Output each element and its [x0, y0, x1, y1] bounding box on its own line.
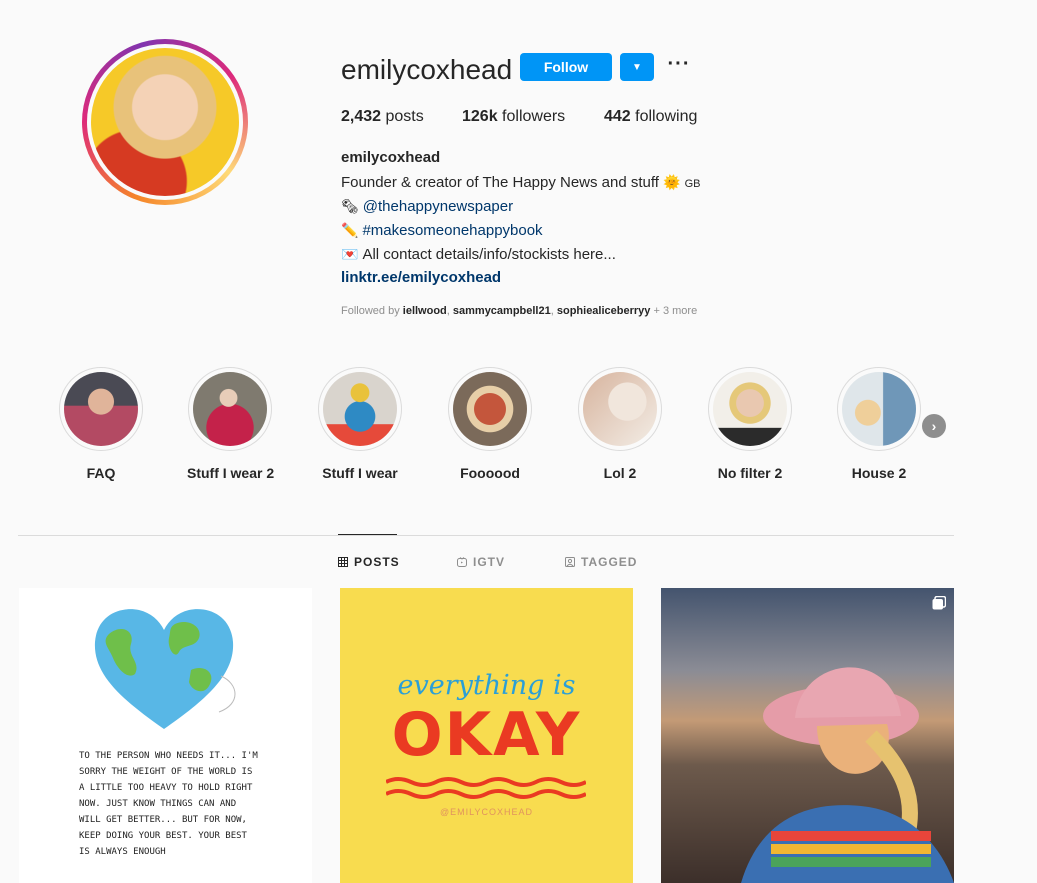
highlight-no-filter-2[interactable]: No filter 2 [707, 367, 793, 481]
bio-line-2: 🗞 @thehappynewspaper [341, 196, 513, 217]
followers-stat[interactable]: 126k followers [462, 107, 565, 127]
highlight-ring [188, 367, 272, 451]
highlight-ring [448, 367, 532, 451]
post-tile-1[interactable]: To the person who needs it... I'm sorry … [19, 588, 312, 883]
pencil-icon: ✏️ [341, 222, 359, 238]
follower-user-1: iellwood [402, 305, 447, 317]
following-count: 442 [604, 108, 631, 125]
bio-website-link[interactable]: linktr.ee/emilycoxhead [341, 268, 501, 288]
globe-heart-illustration [94, 609, 236, 729]
bio-text-4: All contact details/info/stockists here.… [362, 246, 616, 263]
follower-user-3: sophiealiceberryy [556, 305, 651, 317]
bio-line-3: ✏️ #makesomeonehappybook [341, 220, 543, 241]
tabs-divider [18, 535, 954, 536]
sun-icon: 🌞 [663, 174, 681, 190]
mention-link[interactable]: @thehappynewspaper [363, 198, 513, 215]
followed-by-suffix: + 3 more [650, 305, 698, 317]
highlight-lol-2[interactable]: Lol 2 [577, 367, 663, 481]
following-label: following [630, 108, 698, 125]
profile-avatar[interactable] [82, 39, 248, 205]
highlight-ring [837, 367, 921, 451]
caret-down-icon: ▼ [632, 61, 642, 73]
tagged-icon [565, 557, 575, 567]
followed-by[interactable]: Followed by iellwood, sammycampbell21, s… [341, 304, 697, 318]
tab-label: POSTS [354, 555, 400, 569]
bio-line-1: Founder & creator of The Happy News and … [341, 172, 700, 194]
newspaper-icon: 🗞 [341, 198, 359, 214]
post-2-handle: @EMILYCOXHEAD [440, 807, 533, 817]
carousel-multi-icon [932, 596, 946, 610]
highlight-cover [323, 372, 397, 446]
wave-lines-decoration [386, 777, 586, 799]
post-2-top-text: everything is [397, 670, 576, 701]
highlight-faq[interactable]: FAQ [58, 367, 144, 481]
tab-label: IGTV [473, 555, 506, 569]
highlight-label: FAQ [86, 465, 116, 481]
followers-label: followers [497, 108, 566, 125]
avatar-photo [91, 48, 239, 196]
posts-stat: 2,432 posts [341, 107, 424, 127]
more-options-icon[interactable]: ··· [667, 53, 691, 81]
bio-line-4: 💌 All contact details/info/stockists here… [341, 244, 616, 265]
post-tile-3[interactable] [661, 588, 954, 883]
avatar-border [87, 44, 243, 200]
tab-label: TAGGED [581, 555, 638, 569]
highlight-label: Foooood [460, 465, 520, 481]
tab-posts[interactable]: POSTS [338, 555, 400, 569]
highlight-cover [583, 372, 657, 446]
bio-name: emilycoxhead [341, 149, 441, 166]
highlight-label: House 2 [851, 465, 907, 481]
highlight-ring [59, 367, 143, 451]
follower-user-2: sammycampbell21 [452, 305, 551, 317]
bio-text-1: Founder & creator of The Happy News and … [341, 174, 659, 191]
active-tab-indicator [338, 534, 397, 535]
post-tile-2[interactable]: everything is OKAY @EMILYCOXHEAD [340, 588, 633, 883]
highlight-cover [713, 372, 787, 446]
highlight-stuff-i-wear-2[interactable]: Stuff I wear 2 [187, 367, 275, 481]
tab-igtv[interactable]: IGTV [457, 555, 505, 569]
highlight-ring [708, 367, 792, 451]
love-letter-icon: 💌 [341, 246, 359, 262]
posts-label: posts [381, 108, 424, 125]
highlight-label: No filter 2 [717, 465, 783, 481]
followed-by-prefix: Followed by [341, 305, 403, 317]
profile-username: emilycoxhead [341, 54, 513, 85]
suggestions-dropdown-button[interactable]: ▼ [620, 53, 654, 81]
highlight-cover [64, 372, 138, 446]
highlight-foooood[interactable]: Foooood [447, 367, 533, 481]
hashtag-link[interactable]: #makesomeonehappybook [362, 222, 542, 239]
grid-icon [338, 557, 348, 567]
post-1-text: To the person who needs it... I'm sorry … [79, 751, 258, 857]
igtv-icon [457, 557, 467, 567]
highlight-label: Lol 2 [603, 465, 637, 481]
highlight-label: Stuff I wear 2 [187, 465, 275, 481]
highlight-cover [193, 372, 267, 446]
chevron-right-icon[interactable]: › [922, 414, 946, 438]
highlight-ring [318, 367, 402, 451]
follow-button[interactable]: Follow [520, 53, 612, 81]
posts-count: 2,432 [341, 108, 382, 125]
highlight-stuff-i-wear[interactable]: Stuff I wear [317, 367, 403, 481]
highlight-label: Stuff I wear [322, 465, 398, 481]
highlight-house-2[interactable]: House 2 [836, 367, 922, 481]
tab-tagged[interactable]: TAGGED [565, 555, 637, 569]
followers-count: 126k [462, 108, 498, 125]
gb-flag-icon: GB [684, 178, 701, 190]
woman-in-bucket-hat-photo [741, 667, 954, 883]
highlight-cover [842, 372, 916, 446]
following-stat[interactable]: 442 following [604, 107, 697, 127]
highlight-ring [578, 367, 662, 451]
post-2-main-text: OKAY [391, 700, 582, 770]
highlight-cover [453, 372, 527, 446]
